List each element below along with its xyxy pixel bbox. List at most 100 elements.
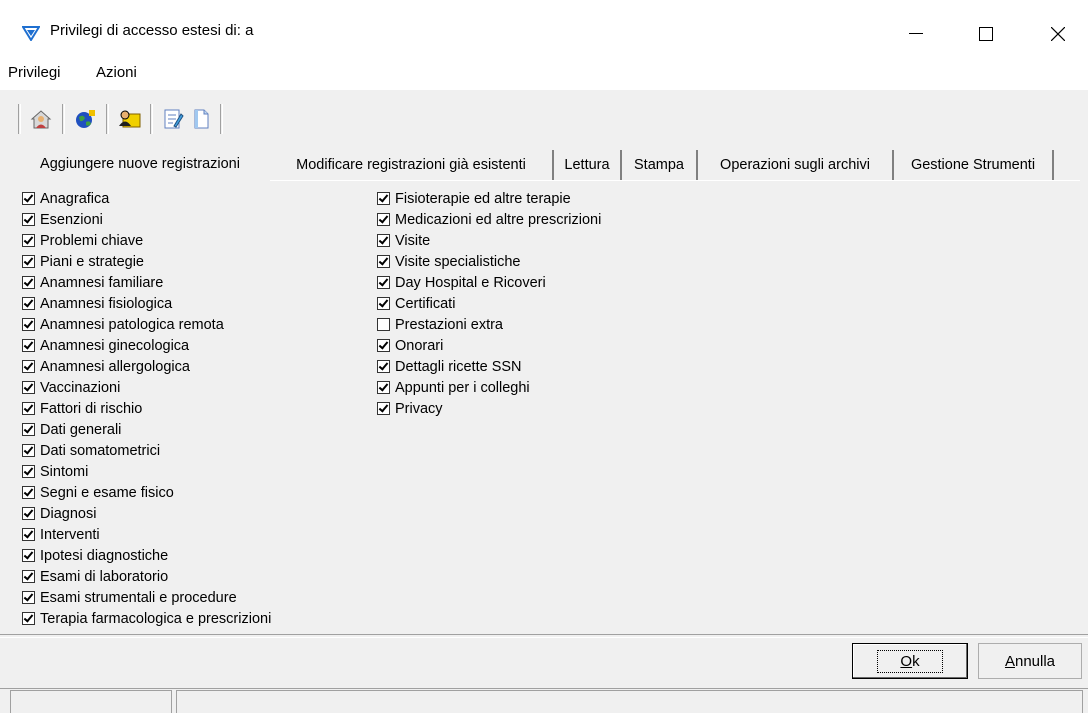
- globe-icon[interactable]: [72, 106, 98, 132]
- permission-checkbox[interactable]: Anagrafica: [22, 188, 271, 209]
- ok-button[interactable]: Ok: [852, 643, 968, 679]
- edit-note-icon[interactable]: [160, 106, 186, 132]
- cancel-button[interactable]: Annulla: [978, 643, 1082, 679]
- checkbox-label: Visite specialistiche: [395, 253, 521, 270]
- checkbox-label: Anamnesi fisiologica: [40, 295, 173, 312]
- permission-checkbox[interactable]: Prestazioni extra: [377, 314, 601, 335]
- permission-checkbox[interactable]: Segni e esame fisico: [22, 482, 271, 503]
- toolbar-separator: [18, 104, 21, 134]
- checkbox-box[interactable]: [377, 402, 390, 415]
- checkbox-label: Anamnesi ginecologica: [40, 337, 190, 354]
- checkbox-box[interactable]: [377, 297, 390, 310]
- permission-checkbox[interactable]: Esami di laboratorio: [22, 566, 271, 587]
- permission-checkbox[interactable]: Esami strumentali e procedure: [22, 587, 271, 608]
- permission-checkbox[interactable]: Medicazioni ed altre prescrizioni: [377, 209, 601, 230]
- permission-checkbox[interactable]: Visite specialistiche: [377, 251, 601, 272]
- permission-checkbox[interactable]: Appunti per i colleghi: [377, 377, 601, 398]
- menu-azioni[interactable]: Azioni: [96, 64, 137, 81]
- permission-checkbox[interactable]: Day Hospital e Ricoveri: [377, 272, 601, 293]
- checkbox-box[interactable]: [22, 465, 35, 478]
- maximize-button[interactable]: [966, 14, 1006, 54]
- checkbox-box[interactable]: [377, 234, 390, 247]
- checkbox-box[interactable]: [22, 213, 35, 226]
- checkbox-label: Anamnesi familiare: [40, 274, 164, 291]
- document-icon[interactable]: [188, 106, 214, 132]
- permissions-column-1: Anagrafica Esenzioni Problemi chiave Piani …: [22, 188, 271, 629]
- permission-checkbox[interactable]: Ipotesi diagnostiche: [22, 545, 271, 566]
- permission-checkbox[interactable]: Diagnosi: [22, 503, 271, 524]
- checkbox-box[interactable]: [22, 423, 35, 436]
- checkbox-box[interactable]: [377, 276, 390, 289]
- checkbox-box[interactable]: [22, 444, 35, 457]
- checkbox-box[interactable]: [377, 339, 390, 352]
- checkbox-box[interactable]: [22, 297, 35, 310]
- checkbox-box[interactable]: [22, 276, 35, 289]
- tab-modificare[interactable]: Modificare registrazioni già esistenti: [270, 150, 554, 180]
- permission-checkbox[interactable]: Onorari: [377, 335, 601, 356]
- bottom-divider: [0, 634, 1088, 638]
- minimize-button[interactable]: [896, 14, 936, 54]
- permission-checkbox[interactable]: Dati somatometrici: [22, 440, 271, 461]
- checkbox-box[interactable]: [377, 381, 390, 394]
- menu-privilegi[interactable]: Privilegi: [8, 64, 61, 81]
- checkbox-box[interactable]: [22, 591, 35, 604]
- permission-checkbox[interactable]: Terapia farmacologica e prescrizioni: [22, 608, 271, 629]
- checkbox-box[interactable]: [22, 402, 35, 415]
- close-button[interactable]: [1038, 14, 1078, 54]
- toolbar-separator: [150, 104, 153, 134]
- status-pane: [176, 690, 1083, 713]
- checkbox-box[interactable]: [22, 486, 35, 499]
- permission-checkbox[interactable]: Vaccinazioni: [22, 377, 271, 398]
- checkbox-box[interactable]: [22, 528, 35, 541]
- checkbox-label: Segni e esame fisico: [40, 484, 174, 501]
- checkbox-label: Dati generali: [40, 421, 122, 438]
- home-person-icon[interactable]: [28, 106, 54, 132]
- permission-checkbox[interactable]: Anamnesi allergologica: [22, 356, 271, 377]
- checkbox-box[interactable]: [22, 507, 35, 520]
- checkbox-box[interactable]: [377, 255, 390, 268]
- permission-checkbox[interactable]: Visite: [377, 230, 601, 251]
- checkbox-label: Anamnesi allergologica: [40, 358, 190, 375]
- checkbox-box[interactable]: [22, 360, 35, 373]
- permission-checkbox[interactable]: Piani e strategie: [22, 251, 271, 272]
- checkbox-box[interactable]: [22, 339, 35, 352]
- tab-lettura[interactable]: Lettura: [554, 150, 622, 180]
- checkbox-box[interactable]: [377, 192, 390, 205]
- tab-stampa[interactable]: Stampa: [622, 150, 698, 180]
- permission-checkbox[interactable]: Privacy: [377, 398, 601, 419]
- checkbox-box[interactable]: [22, 318, 35, 331]
- checkbox-box[interactable]: [22, 234, 35, 247]
- permission-checkbox[interactable]: Dettagli ricette SSN: [377, 356, 601, 377]
- permission-checkbox[interactable]: Fisioterapie ed altre terapie: [377, 188, 601, 209]
- checkbox-box[interactable]: [22, 570, 35, 583]
- permission-checkbox[interactable]: Anamnesi patologica remota: [22, 314, 271, 335]
- permission-checkbox[interactable]: Problemi chiave: [22, 230, 271, 251]
- permission-checkbox[interactable]: Fattori di rischio: [22, 398, 271, 419]
- checkbox-box[interactable]: [22, 549, 35, 562]
- checkbox-box[interactable]: [22, 255, 35, 268]
- permission-checkbox[interactable]: Esenzioni: [22, 209, 271, 230]
- checkbox-box[interactable]: [377, 213, 390, 226]
- permission-checkbox[interactable]: Sintomi: [22, 461, 271, 482]
- user-folder-icon[interactable]: [116, 106, 142, 132]
- checkbox-box[interactable]: [22, 612, 35, 625]
- permission-checkbox[interactable]: Anamnesi fisiologica: [22, 293, 271, 314]
- checkbox-box[interactable]: [22, 381, 35, 394]
- toolbar-separator: [106, 104, 109, 134]
- checkbox-box[interactable]: [377, 318, 390, 331]
- permission-checkbox[interactable]: Certificati: [377, 293, 601, 314]
- permission-checkbox[interactable]: Anamnesi familiare: [22, 272, 271, 293]
- checkbox-label: Day Hospital e Ricoveri: [395, 274, 546, 291]
- tab-gestione-strumenti[interactable]: Gestione Strumenti: [894, 150, 1054, 180]
- permission-checkbox[interactable]: Anamnesi ginecologica: [22, 335, 271, 356]
- permission-checkbox[interactable]: Interventi: [22, 524, 271, 545]
- checkbox-label: Anagrafica: [40, 190, 110, 207]
- permission-checkbox[interactable]: Dati generali: [22, 419, 271, 440]
- tab-aggiungere[interactable]: Aggiungere nuove registrazioni: [10, 147, 270, 181]
- checkbox-box[interactable]: [22, 192, 35, 205]
- checkbox-box[interactable]: [377, 360, 390, 373]
- toolbar-separator: [62, 104, 65, 134]
- checkbox-label: Terapia farmacologica e prescrizioni: [40, 610, 272, 627]
- checkbox-label: Dati somatometrici: [40, 442, 161, 459]
- tab-operazioni-archivi[interactable]: Operazioni sugli archivi: [698, 150, 894, 180]
